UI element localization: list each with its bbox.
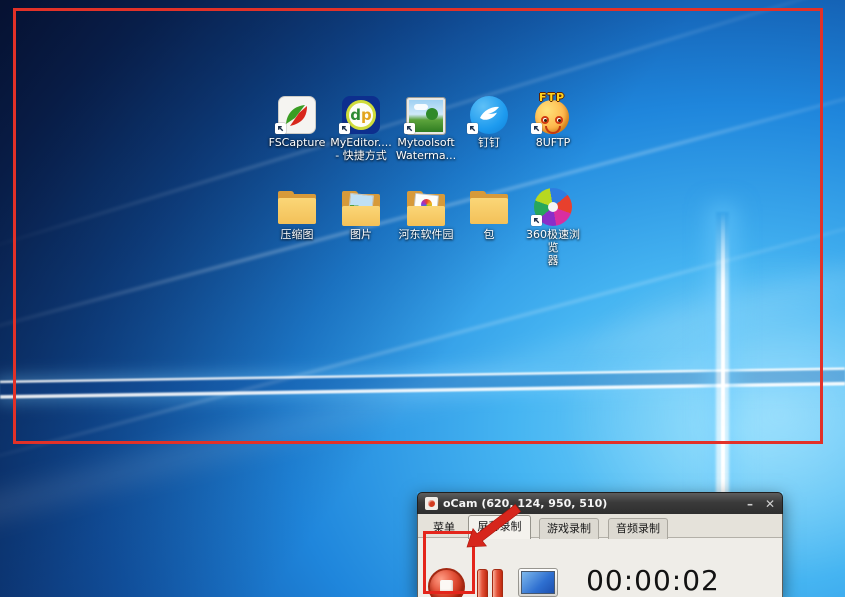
desktop-icon-folder-hedong[interactable]: 河东软件园 bbox=[394, 184, 458, 241]
desktop-icon-folder-pictures[interactable]: 图片 bbox=[329, 184, 393, 241]
icon-label: 压缩图 bbox=[280, 228, 314, 241]
icon-label: Mytoolsoft Waterma... bbox=[395, 136, 457, 162]
stop-button-highlight-box bbox=[423, 531, 475, 594]
desktop-icon-fscapture[interactable]: FSCapture bbox=[265, 92, 329, 149]
folder-icon bbox=[469, 191, 509, 226]
shortcut-arrow-icon bbox=[531, 123, 542, 134]
folder-icon bbox=[277, 191, 317, 226]
desktop-icon-dingtalk[interactable]: 钉钉 bbox=[457, 92, 521, 149]
window-title: oCam (620, 124, 950, 510) bbox=[443, 497, 608, 510]
folder-icon bbox=[341, 191, 381, 226]
pause-icon bbox=[470, 568, 510, 597]
screen-capture-button[interactable]: 屏幕捕获 bbox=[510, 568, 566, 597]
monogram-p: p bbox=[361, 105, 372, 124]
recording-timer: 00:00:02 bbox=[586, 564, 720, 597]
tab-audio-record[interactable]: 音频录制 bbox=[608, 518, 668, 539]
pause-button[interactable]: 暂停 bbox=[470, 568, 510, 597]
monitor-icon bbox=[518, 568, 558, 597]
desktop-icon-mytoolsoft[interactable]: Mytoolsoft Waterma... bbox=[394, 92, 458, 162]
close-button[interactable]: ✕ bbox=[765, 498, 775, 510]
icon-label: 8UFTP bbox=[535, 136, 571, 149]
desktop-screen: FSCapture dp MyEditor.... - 快捷方式 Mytools… bbox=[0, 0, 845, 597]
shortcut-arrow-icon bbox=[467, 123, 478, 134]
desktop-icon-folder-bao[interactable]: 包 bbox=[457, 184, 521, 241]
shortcut-arrow-icon bbox=[275, 123, 286, 134]
desktop-icon-8uftp[interactable]: FTP 8UFTP bbox=[521, 91, 585, 149]
shortcut-arrow-icon bbox=[339, 123, 350, 134]
icon-label: 图片 bbox=[350, 228, 372, 241]
tab-game-record[interactable]: 游戏录制 bbox=[539, 518, 599, 539]
ftp-badge: FTP bbox=[539, 91, 566, 104]
shortcut-arrow-icon bbox=[404, 123, 415, 134]
desktop-icon-myeditor[interactable]: dp MyEditor.... - 快捷方式 bbox=[329, 92, 393, 162]
tab-screen-record[interactable]: 屏幕录制 bbox=[468, 515, 531, 539]
icon-label: MyEditor.... - 快捷方式 bbox=[330, 136, 392, 162]
icon-label: 360极速浏览 器 bbox=[526, 228, 580, 267]
desktop-icon-360-browser[interactable]: 360极速浏览 器 bbox=[521, 184, 585, 267]
desktop-icon-folder-compressed[interactable]: 压缩图 bbox=[265, 184, 329, 241]
monogram-d: d bbox=[350, 105, 361, 124]
ocam-app-icon bbox=[425, 497, 438, 510]
ocam-titlebar[interactable]: oCam (620, 124, 950, 510) – ✕ bbox=[417, 492, 783, 514]
icon-label: 包 bbox=[483, 228, 495, 241]
icon-label: 河东软件园 bbox=[398, 228, 454, 241]
icon-label: 钉钉 bbox=[478, 136, 500, 149]
shortcut-arrow-icon bbox=[531, 215, 542, 226]
icon-label: FSCapture bbox=[268, 136, 326, 149]
minimize-button[interactable]: – bbox=[747, 498, 753, 510]
folder-icon bbox=[406, 191, 446, 226]
